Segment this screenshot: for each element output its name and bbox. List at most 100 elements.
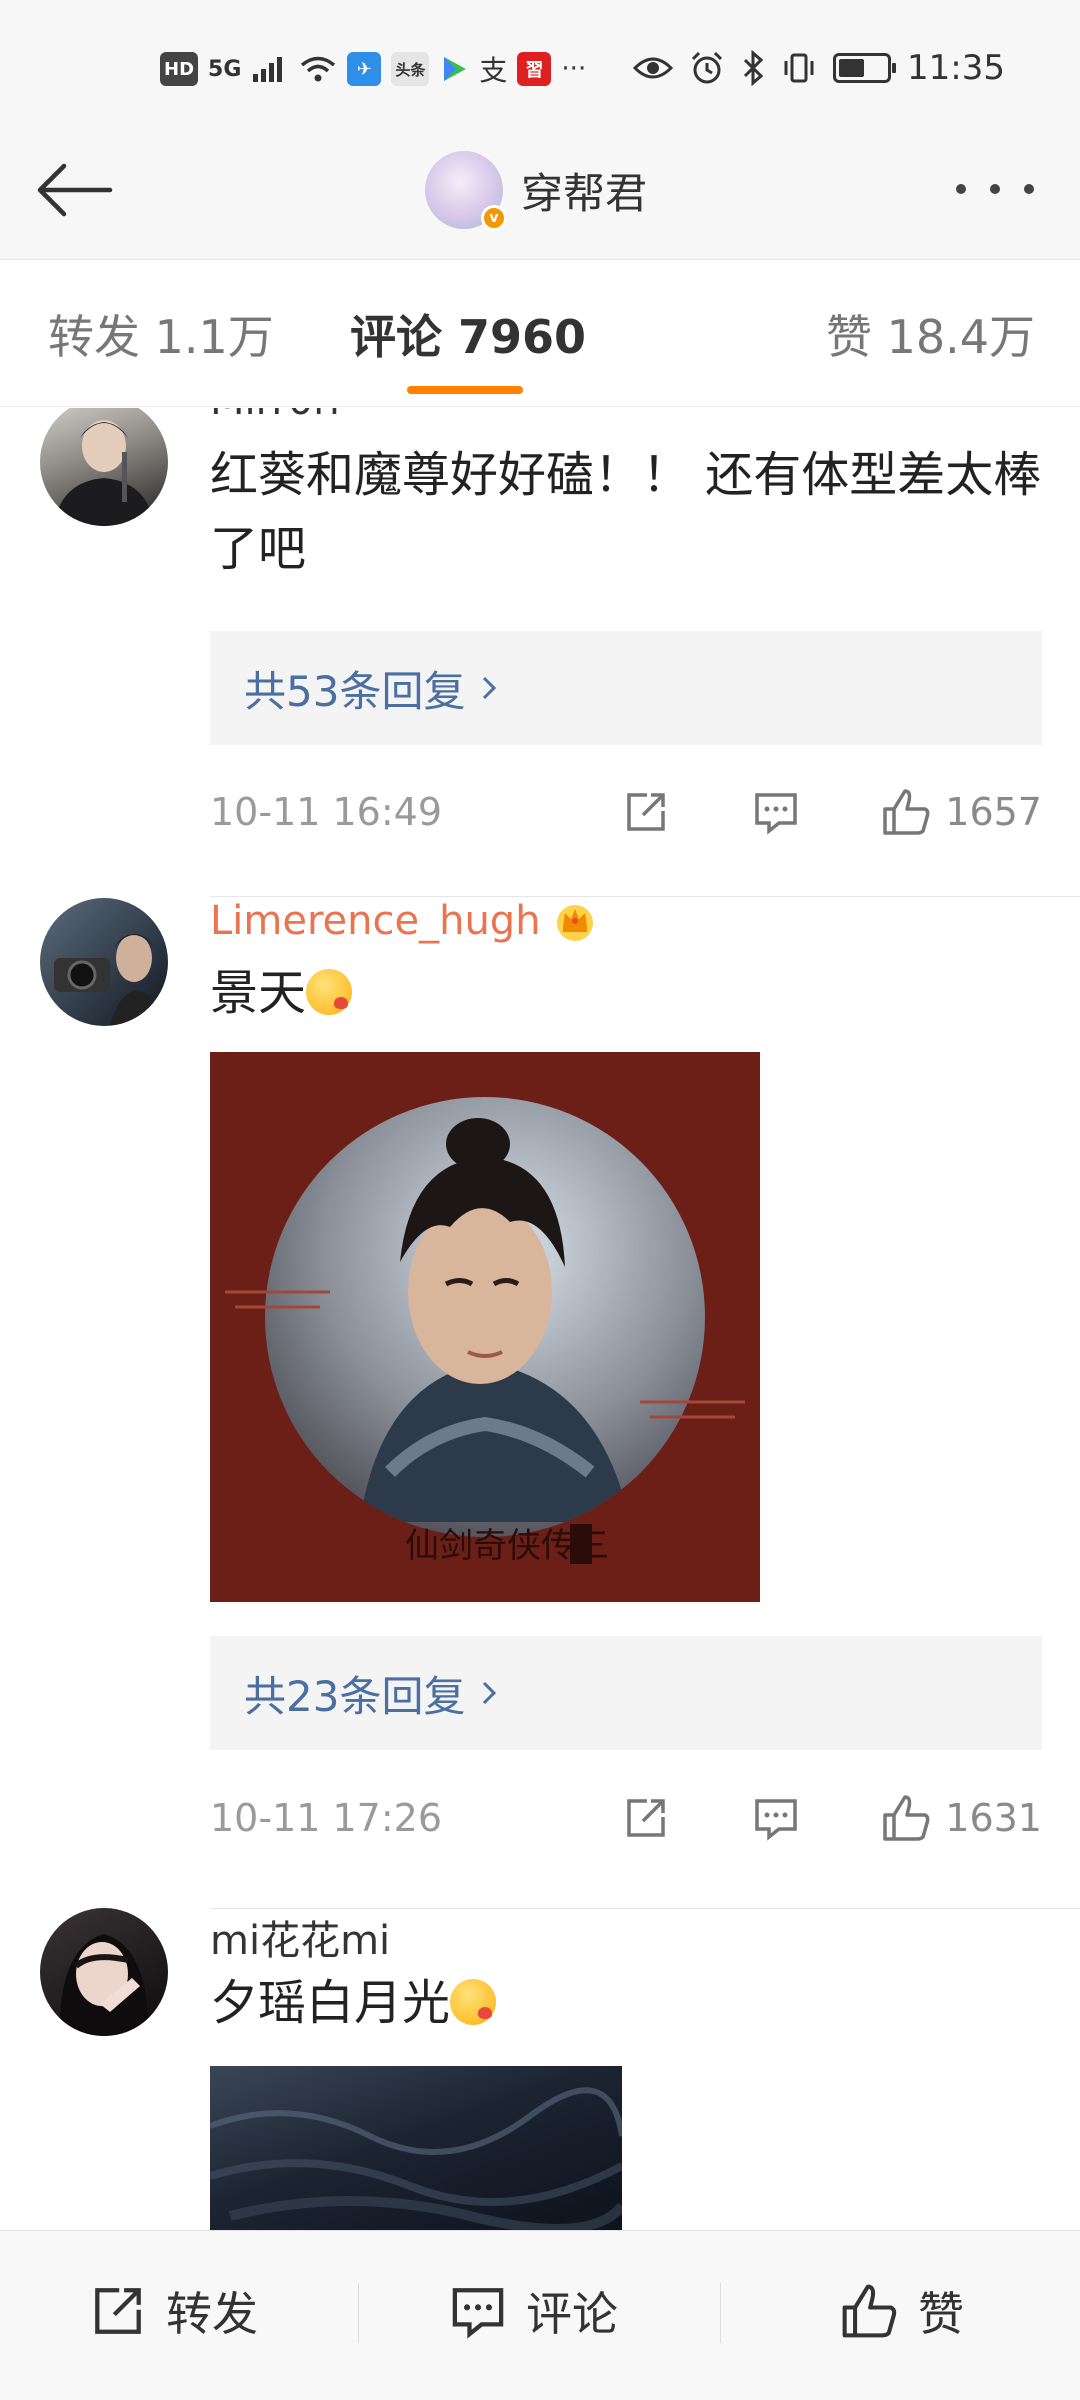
username-text: Limerence_hugh	[210, 898, 541, 944]
dot-icon	[1024, 184, 1034, 194]
repost-button[interactable]	[621, 787, 671, 837]
reply-button[interactable]	[751, 1793, 801, 1843]
comment-meta: 10-11 17:26 1631	[210, 1788, 1042, 1848]
like-button[interactable]	[881, 1793, 931, 1843]
comment-item: Mirr0rr 红葵和魔尊好好磕！！ 还有体型差太棒了吧 共53条回复 10-1…	[0, 408, 1080, 898]
comment-time: 10-11 17:26	[210, 1796, 443, 1840]
xuexi-icon: 習	[517, 52, 552, 86]
back-arrow-icon	[37, 163, 113, 217]
like-button[interactable]	[881, 787, 931, 837]
alipay-icon: 支	[479, 54, 508, 87]
play-store-icon	[444, 57, 467, 81]
like-action-button[interactable]: 赞	[840, 2271, 964, 2351]
top-header: v 穿帮君	[0, 135, 1080, 260]
comment-action-button[interactable]: 评论	[450, 2271, 618, 2351]
drama-poster-icon: 仙剑奇侠传三	[210, 1052, 760, 1602]
comment-username[interactable]: Mirr0rr	[210, 408, 345, 424]
comment-image[interactable]: 仙剑奇侠传三	[210, 1052, 760, 1602]
header-user[interactable]: v 穿帮君	[425, 145, 647, 235]
alarm-icon	[691, 51, 723, 84]
network-5g-indicator: 5G	[208, 56, 242, 82]
status-bar: HD 5G ✈ 头条 支 習 ··· 11:35	[0, 0, 1080, 135]
tab-bar: 转发 1.1万 评论 7960 赞 18.4万	[0, 261, 1080, 407]
comment-avatar[interactable]	[40, 408, 168, 526]
comment-icon	[452, 2288, 504, 2339]
comment-divider	[210, 896, 1080, 897]
comment-image[interactable]	[210, 2066, 622, 2230]
header-avatar[interactable]: v	[425, 151, 507, 231]
share-icon	[627, 1799, 666, 1837]
blush-emoji-icon	[450, 1979, 497, 2025]
back-button[interactable]	[28, 145, 118, 235]
bottom-action-bar: 转发 评论 赞	[0, 2230, 1080, 2400]
signal-icon	[253, 57, 283, 82]
comment-text-content: 夕瑶白月光	[210, 1975, 451, 2031]
vibrate-icon	[784, 53, 814, 83]
status-right-icons: 11:35	[633, 44, 1005, 92]
app-notification-icon: ✈	[347, 52, 382, 86]
comment-text-content: 景天	[210, 965, 307, 1021]
comment-item: Limerence_hugh 景天 仙剑奇侠传三 共23条回复 10-11 17…	[0, 898, 1080, 1910]
comment-time: 10-11 16:49	[210, 790, 443, 834]
battery-icon	[833, 53, 897, 83]
comment-username[interactable]: mi花花mi	[210, 1908, 390, 1966]
bar-divider	[358, 2283, 359, 2343]
comment-actions: 1631	[621, 1788, 1042, 1848]
tab-likes[interactable]: 赞 18.4万	[826, 301, 1035, 367]
comment-text: 景天	[210, 956, 1050, 1030]
verified-badge-icon: v	[481, 205, 507, 231]
status-time: 11:35	[907, 48, 1005, 88]
tab-comments[interactable]: 评论 7960	[350, 301, 586, 367]
comment-label: 评论	[526, 2287, 618, 2341]
replies-label: 共23条回复	[244, 1671, 466, 1721]
smile-emoji-icon	[306, 969, 353, 1015]
avatar-silhouette-icon	[59, 1934, 149, 2036]
comment-item: mi花花mi 夕瑶白月光	[0, 1908, 1080, 2230]
avatar-silhouette-icon	[54, 420, 154, 526]
dot-icon	[990, 184, 1000, 194]
comment-text: 夕瑶白月光	[210, 1966, 1050, 2040]
bluetooth-icon	[743, 50, 764, 86]
tab-reposts[interactable]: 转发 1.1万	[48, 301, 274, 367]
replies-button[interactable]: 共53条回复	[210, 631, 1042, 745]
bar-divider	[720, 2283, 721, 2343]
thumbs-up-icon	[883, 1795, 930, 1841]
comment-icon	[755, 793, 798, 835]
chevron-right-icon	[483, 676, 497, 700]
comment-list[interactable]: Mirr0rr 红葵和魔尊好好磕！！ 还有体型差太棒了吧 共53条回复 10-1…	[0, 408, 1080, 2230]
repost-action-button[interactable]: 转发	[90, 2271, 258, 2351]
comment-avatar[interactable]	[40, 898, 168, 1026]
chevron-right-icon	[483, 1681, 497, 1705]
replies-button[interactable]: 共23条回复	[210, 1636, 1042, 1750]
comment-text: 红葵和魔尊好好磕！！ 还有体型差太棒了吧	[210, 447, 1042, 577]
like-label: 赞	[918, 2287, 964, 2341]
dark-landscape-icon	[210, 2087, 622, 2230]
share-icon	[627, 793, 666, 831]
avatar-silhouette-icon	[54, 934, 162, 1026]
comment-icon	[755, 1799, 798, 1841]
status-left-icons: HD 5G ✈ 头条 支 習 ···	[160, 48, 586, 90]
dot-icon	[956, 184, 966, 194]
toutiao-icon: 头条	[391, 52, 430, 86]
replies-label: 共53条回复	[244, 666, 466, 716]
thumbs-up-icon	[883, 789, 930, 835]
comment-meta: 10-11 16:49 1657	[210, 782, 1042, 842]
page-title: 穿帮君	[521, 168, 648, 218]
active-tab-indicator	[407, 386, 523, 394]
thumbs-up-icon	[842, 2284, 897, 2338]
share-icon	[95, 2288, 141, 2334]
like-count: 1657	[945, 790, 1042, 834]
wifi-icon	[301, 56, 336, 82]
repost-label: 转发	[166, 2287, 258, 2341]
hd-indicator: HD	[160, 52, 199, 86]
eye-icon	[633, 57, 674, 79]
repost-button[interactable]	[621, 1793, 671, 1843]
reply-button[interactable]	[751, 787, 801, 837]
like-count: 1631	[945, 1796, 1042, 1840]
vip-crown-icon	[556, 905, 593, 941]
more-options-button[interactable]	[950, 161, 1040, 217]
comment-actions: 1657	[621, 782, 1042, 842]
comment-avatar[interactable]	[40, 1908, 168, 2036]
comment-username[interactable]: Limerence_hugh	[210, 898, 597, 944]
status-overflow: ···	[561, 54, 587, 84]
